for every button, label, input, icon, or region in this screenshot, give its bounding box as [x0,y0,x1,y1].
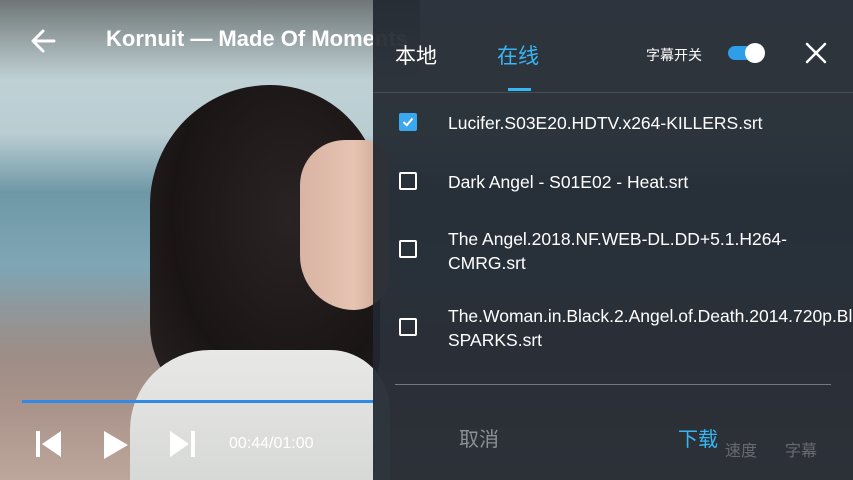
checkbox[interactable] [399,240,417,258]
active-tab-indicator [508,88,531,91]
file-name: Lucifer.S03E20.HDTV.x264-KILLERS.srt [448,113,763,133]
back-arrow-icon[interactable] [28,26,58,56]
file-name: Dark Angel - S01E02 - Heat.srt [448,172,689,192]
previous-icon[interactable] [36,430,62,462]
file-name: The.Woman.in.Black.2.Angel.of.Death.2014… [448,306,853,350]
player-top-bar: Kornuit — Made Of Moments [0,0,420,80]
file-name: The Angel.2018.NF.WEB-DL.DD+5.1.H264-CMR… [448,229,787,273]
progress-bar[interactable] [22,400,374,403]
speed-button: 速度 [725,441,758,460]
tab-online[interactable]: 在线 [497,40,539,70]
subtitle-button: 字幕 [785,441,818,460]
subtitle-file-list[interactable]: Lucifer.S03E20.HDTV.x264-KILLERS.srt Dar… [373,93,853,383]
cancel-button[interactable]: 取消 [459,423,499,452]
close-icon[interactable] [803,40,829,66]
toggle-knob [745,43,765,63]
checkbox[interactable] [399,318,417,336]
play-icon[interactable] [103,430,129,464]
checkbox-checked[interactable] [399,113,417,131]
tab-local[interactable]: 本地 [395,40,437,70]
footer-divider [395,384,831,385]
subtitle-toggle[interactable] [728,43,766,63]
playback-time: 00:44/01:00 [229,435,314,452]
subtitle-switch-label: 字幕开关 [646,48,702,64]
next-icon[interactable] [169,430,195,462]
subtitle-panel: 本地 在线 字幕开关 Lucifer.S03E20.HDTV.x264-KILL… [373,0,853,480]
checkbox[interactable] [399,172,417,190]
download-button[interactable]: 下载 [678,423,718,452]
